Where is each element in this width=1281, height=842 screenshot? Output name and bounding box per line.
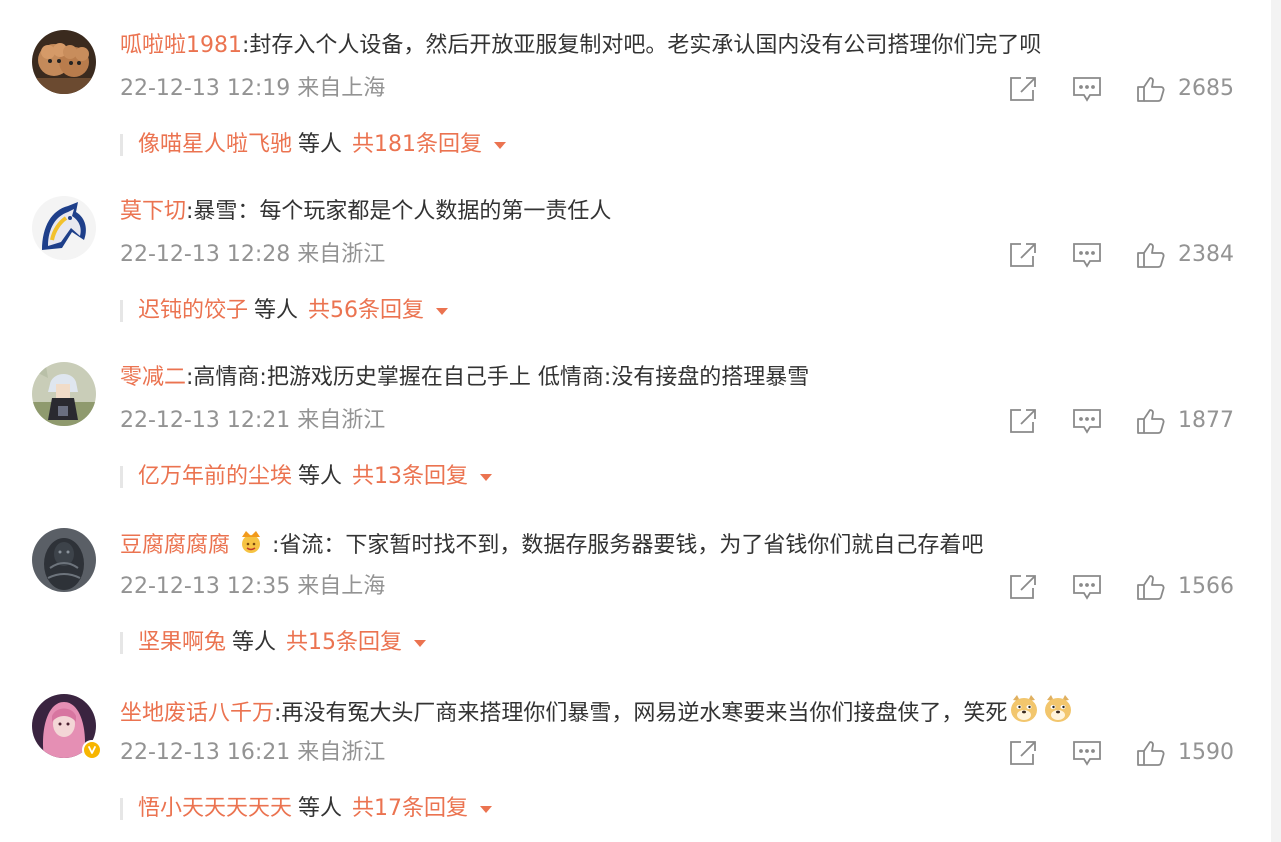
reply-count-link[interactable]: 共181条回复: [352, 132, 482, 157]
comment-meta: 22-12-13 12:21 来自浙江: [120, 408, 386, 433]
reply-count-link[interactable]: 共13条回复: [352, 464, 468, 489]
comment-item: 莫下切:暴雪：每个玩家都是个人数据的第一责任人 22-12-13 12:28 来…: [0, 166, 1270, 332]
comment-content: 坐地废话八千万:再没有冤大头厂商来搭理你们暴雪，网易逆水寒要来当你们接盘侠了，笑…: [120, 694, 1075, 734]
reply-username[interactable]: 亿万年前的尘埃: [138, 464, 292, 489]
comment-actions: 2384: [1008, 239, 1234, 271]
comment-item: 零减二:高情商:把游戏历史掌握在自己手上 低情商:没有接盘的搭理暴雪 22-12…: [0, 332, 1270, 498]
comment-content: 莫下切:暴雪：每个玩家都是个人数据的第一责任人: [120, 196, 611, 228]
reply-divider: [120, 798, 123, 820]
caret-down-icon[interactable]: [480, 805, 493, 813]
reply-etc-label: 等人: [298, 796, 343, 821]
avatar-poodle-puppies[interactable]: [32, 30, 96, 94]
thumbs-up-icon[interactable]: [1136, 739, 1166, 767]
verified-badge-icon: [82, 740, 102, 760]
reply-divider: [120, 300, 123, 322]
avatar-container[interactable]: [32, 30, 96, 94]
comment-meta: 22-12-13 12:19 来自上海: [120, 76, 386, 101]
comment-item: 呱啦啦1981:封存入个人设备，然后开放亚服复制对吧。老实承认国内没有公司搭理你…: [0, 0, 1270, 166]
comment-meta: 22-12-13 12:35 来自上海: [120, 574, 386, 599]
reply-etc-label: 等人: [298, 464, 343, 489]
doge-emoji-icon: [1042, 694, 1074, 734]
avatar-anime-character[interactable]: [32, 362, 96, 426]
share-icon[interactable]: [1008, 739, 1038, 767]
comment-feed: 呱啦啦1981:封存入个人设备，然后开放亚服复制对吧。老实承认国内没有公司搭理你…: [0, 0, 1270, 830]
comment-content: 豆腐腐腐腐 :省流：下家暂时找不到，数据存服务器要钱，为了省钱你们就自己存着吧: [120, 528, 983, 564]
comment-username[interactable]: 呱啦啦1981: [120, 33, 242, 58]
avatar-horse-logo[interactable]: [32, 196, 96, 260]
comment-actions: 1590: [1008, 737, 1234, 769]
like-count: 1566: [1178, 574, 1234, 599]
comment-actions: 2685: [1008, 73, 1234, 105]
comment-item: 豆腐腐腐腐 :省流：下家暂时找不到，数据存服务器要钱，为了省钱你们就自己存着吧 …: [0, 498, 1270, 664]
comment-item: 坐地废话八千万:再没有冤大头厂商来搭理你们暴雪，网易逆水寒要来当你们接盘侠了，笑…: [0, 664, 1270, 830]
comment-content: 呱啦啦1981:封存入个人设备，然后开放亚服复制对吧。老实承认国内没有公司搭理你…: [120, 30, 1041, 62]
reply-divider: [120, 632, 123, 654]
thumbs-up-icon[interactable]: [1136, 241, 1166, 269]
reply-count-link[interactable]: 共56条回复: [308, 298, 424, 323]
avatar-container[interactable]: [32, 362, 96, 426]
reply-etc-label: 等人: [254, 298, 299, 323]
avatar-container[interactable]: [32, 694, 102, 760]
reply-summary: 亿万年前的尘埃 等人 共13条回复: [120, 461, 493, 493]
comment-icon[interactable]: [1072, 739, 1102, 767]
comment-username[interactable]: 坐地废话八千万: [120, 701, 274, 726]
thumbs-up-icon[interactable]: [1136, 407, 1166, 435]
comment-content: 零减二:高情商:把游戏历史掌握在自己手上 低情商:没有接盘的搭理暴雪: [120, 362, 809, 394]
comment-icon[interactable]: [1072, 75, 1102, 103]
comment-text: :高情商:把游戏历史掌握在自己手上 低情商:没有接盘的搭理暴雪: [186, 365, 810, 390]
reply-summary: 悟小天天天天天 等人 共17条回复: [120, 793, 493, 825]
caret-down-icon[interactable]: [414, 639, 427, 647]
caret-down-icon[interactable]: [480, 473, 493, 481]
reply-divider: [120, 134, 123, 156]
comment-username[interactable]: 豆腐腐腐腐: [120, 533, 230, 558]
comment-username[interactable]: 莫下切: [120, 199, 186, 224]
reply-count-link[interactable]: 共17条回复: [352, 796, 468, 821]
comment-actions: 1877: [1008, 405, 1234, 437]
crown-emoji-icon: [238, 528, 264, 564]
comment-text: :省流：下家暂时找不到，数据存服务器要钱，为了省钱你们就自己存着吧: [272, 533, 984, 558]
like-count: 2685: [1178, 76, 1234, 101]
caret-down-icon[interactable]: [494, 141, 507, 149]
reply-username[interactable]: 坚果啊兔: [138, 630, 226, 655]
comment-actions: 1566: [1008, 571, 1234, 603]
share-icon[interactable]: [1008, 75, 1038, 103]
comment-text: :再没有冤大头厂商来搭理你们暴雪，网易逆水寒要来当你们接盘侠了，笑死: [274, 701, 1008, 726]
reply-divider: [120, 466, 123, 488]
comment-meta: 22-12-13 16:21 来自浙江: [120, 740, 386, 765]
thumbs-up-icon[interactable]: [1136, 573, 1166, 601]
comment-icon[interactable]: [1072, 407, 1102, 435]
comment-text: :封存入个人设备，然后开放亚服复制对吧。老实承认国内没有公司搭理你们完了呗: [242, 33, 1042, 58]
share-icon[interactable]: [1008, 573, 1038, 601]
reply-username[interactable]: 像喵星人啦飞驰: [138, 132, 292, 157]
like-count: 1877: [1178, 408, 1234, 433]
comment-icon[interactable]: [1072, 573, 1102, 601]
scrollbar[interactable]: [1271, 0, 1281, 842]
reply-username[interactable]: 悟小天天天天天: [138, 796, 292, 821]
reply-summary: 迟钝的饺子 等人 共56条回复: [120, 295, 449, 327]
comment-icon[interactable]: [1072, 241, 1102, 269]
reply-username[interactable]: 迟钝的饺子: [138, 298, 248, 323]
like-count: 2384: [1178, 242, 1234, 267]
reply-etc-label: 等人: [232, 630, 277, 655]
avatar-dark-creature[interactable]: [32, 528, 96, 592]
share-icon[interactable]: [1008, 241, 1038, 269]
comment-text: :暴雪：每个玩家都是个人数据的第一责任人: [186, 199, 612, 224]
reply-summary: 坚果啊兔 等人 共15条回复: [120, 627, 427, 659]
reply-summary: 像喵星人啦飞驰 等人 共181条回复: [120, 129, 507, 161]
doge-emoji-icon: [1008, 694, 1040, 734]
comment-meta: 22-12-13 12:28 来自浙江: [120, 242, 386, 267]
like-count: 1590: [1178, 740, 1234, 765]
caret-down-icon[interactable]: [436, 307, 449, 315]
avatar-container[interactable]: [32, 196, 96, 260]
reply-etc-label: 等人: [298, 132, 343, 157]
share-icon[interactable]: [1008, 407, 1038, 435]
avatar-container[interactable]: [32, 528, 96, 592]
comment-username[interactable]: 零减二: [120, 365, 186, 390]
reply-count-link[interactable]: 共15条回复: [286, 630, 402, 655]
thumbs-up-icon[interactable]: [1136, 75, 1166, 103]
